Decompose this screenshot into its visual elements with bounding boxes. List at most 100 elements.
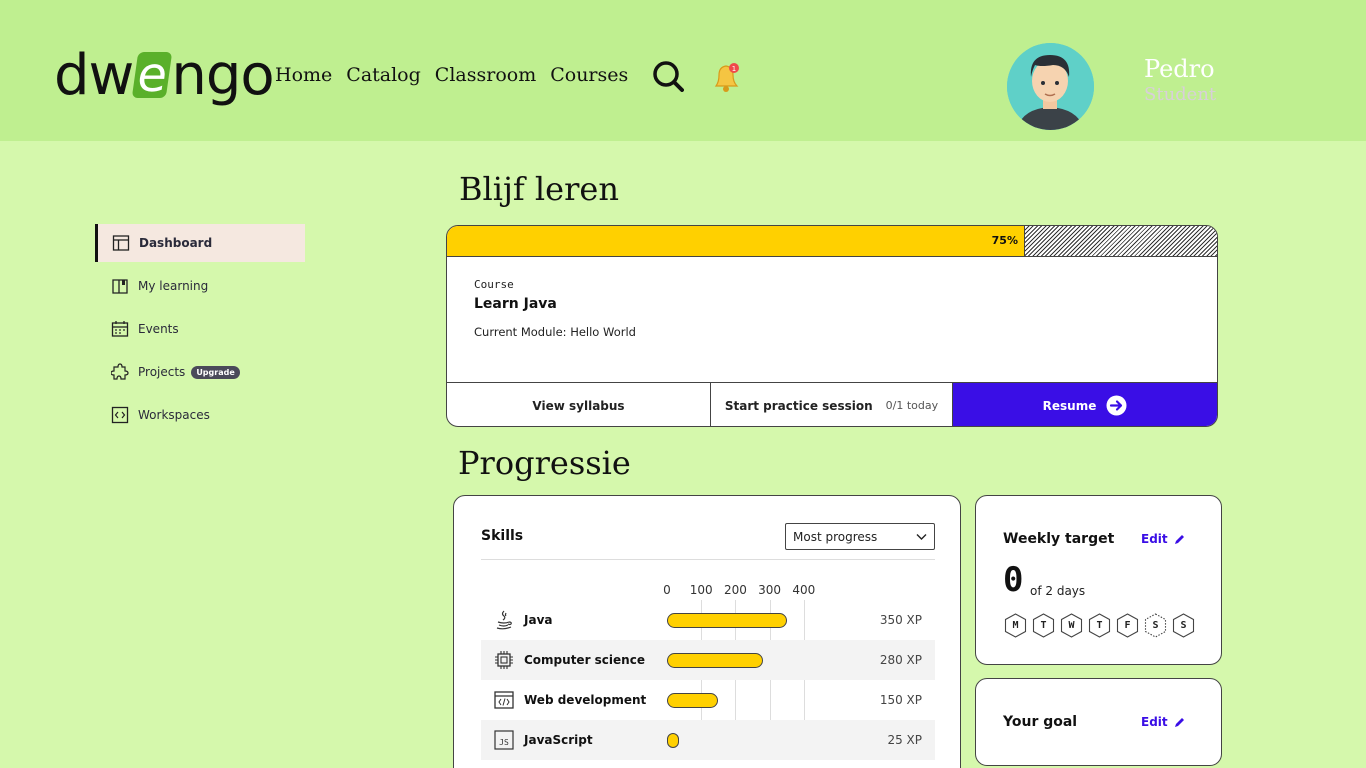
dwengo-logo[interactable]: dw e ngo bbox=[54, 42, 275, 108]
code-icon bbox=[111, 406, 129, 424]
main-nav: Home Catalog Classroom Courses bbox=[275, 64, 628, 86]
skills-divider bbox=[481, 559, 935, 560]
skill-name: Computer science bbox=[524, 653, 645, 667]
svg-text:JS: JS bbox=[499, 738, 509, 747]
axis-tick: 0 bbox=[663, 583, 671, 597]
day-hexagon: T bbox=[1032, 613, 1055, 638]
axis-tick: 400 bbox=[792, 583, 816, 597]
sidebar: Dashboard My learning Events Projects Up… bbox=[95, 224, 305, 439]
chip-icon bbox=[495, 651, 513, 669]
sidebar-item-workspaces[interactable]: Workspaces bbox=[95, 396, 305, 434]
weekday-row: M T W T F S S bbox=[1004, 613, 1195, 638]
edit-label: Edit bbox=[1141, 715, 1168, 729]
course-card: 75% Course Learn Java Current Module: He… bbox=[446, 225, 1218, 427]
axis-tick: 200 bbox=[723, 583, 747, 597]
skill-xp: 350 XP bbox=[879, 613, 922, 627]
notification-count: 1 bbox=[732, 65, 736, 73]
practice-count: 0/1 today bbox=[885, 399, 939, 412]
sort-value: Most progress bbox=[793, 529, 878, 544]
day-hexagon-today: S bbox=[1144, 613, 1167, 638]
view-syllabus-button[interactable]: View syllabus bbox=[447, 383, 711, 426]
sidebar-item-dashboard[interactable]: Dashboard bbox=[95, 224, 305, 262]
layout-icon bbox=[112, 235, 130, 251]
weekly-count: 0 bbox=[1003, 560, 1024, 600]
logo-text-end: ngo bbox=[171, 42, 274, 108]
upgrade-badge[interactable]: Upgrade bbox=[191, 365, 240, 379]
skill-name: Web development bbox=[524, 693, 647, 707]
logo-text-start: dw bbox=[54, 42, 134, 108]
start-practice-label: Start practice session bbox=[724, 398, 873, 413]
view-syllabus-label: View syllabus bbox=[532, 398, 625, 413]
arrow-right-circle-icon bbox=[1106, 395, 1127, 416]
avatar-illustration bbox=[1007, 43, 1094, 130]
skill-name: JavaScript bbox=[524, 733, 593, 747]
day-hexagon: W bbox=[1060, 613, 1083, 638]
skill-bar bbox=[667, 733, 679, 748]
edit-weekly-target-button[interactable]: Edit bbox=[1141, 532, 1185, 546]
course-title[interactable]: Learn Java bbox=[474, 296, 557, 312]
edit-goal-button[interactable]: Edit bbox=[1141, 715, 1185, 729]
logo-e-mark: e bbox=[132, 47, 173, 103]
axis-tick: 300 bbox=[758, 583, 782, 597]
start-practice-button[interactable]: Start practice session 0/1 today bbox=[711, 383, 953, 426]
skill-bar bbox=[667, 653, 763, 668]
sidebar-item-label: My learning bbox=[138, 279, 209, 293]
nav-catalog[interactable]: Catalog bbox=[346, 64, 421, 86]
search-icon[interactable] bbox=[652, 60, 684, 92]
js-icon: JS bbox=[494, 730, 514, 750]
sidebar-item-my-learning[interactable]: My learning bbox=[95, 267, 305, 305]
sidebar-item-label: Events bbox=[138, 322, 179, 336]
course-kind: Course bbox=[474, 278, 514, 291]
progress-heading: Progressie bbox=[458, 444, 631, 482]
skills-sort-select[interactable]: Most progress bbox=[785, 523, 935, 550]
chevron-down-icon bbox=[916, 534, 927, 540]
skill-row[interactable]: JS JavaScript 25 XP bbox=[481, 720, 935, 760]
nav-classroom[interactable]: Classroom bbox=[435, 64, 536, 86]
skill-xp: 280 XP bbox=[879, 653, 922, 667]
day-hexagon: F bbox=[1116, 613, 1139, 638]
weekly-target-title: Weekly target bbox=[1003, 531, 1115, 547]
java-icon bbox=[496, 610, 512, 630]
bell-icon[interactable]: 1 bbox=[710, 60, 744, 94]
user-role: Student bbox=[1144, 84, 1217, 105]
book-icon bbox=[112, 279, 128, 294]
resume-button[interactable]: Resume bbox=[953, 383, 1217, 426]
sidebar-item-projects[interactable]: Projects Upgrade bbox=[95, 353, 305, 391]
weekly-of-label: of 2 days bbox=[1030, 584, 1086, 598]
top-header: dw e ngo Home Catalog Classroom Courses 1 … bbox=[0, 0, 1366, 141]
skill-xp: 25 XP bbox=[887, 733, 922, 747]
sidebar-item-label: Projects bbox=[138, 365, 186, 379]
nav-home[interactable]: Home bbox=[275, 64, 332, 86]
day-hexagon: M bbox=[1004, 613, 1027, 638]
course-actions: View syllabus Start practice session 0/1… bbox=[447, 382, 1217, 426]
skill-xp: 150 XP bbox=[879, 693, 922, 707]
skill-row[interactable]: Computer science 280 XP bbox=[481, 640, 935, 680]
puzzle-icon bbox=[111, 363, 129, 380]
sidebar-item-label: Dashboard bbox=[139, 236, 213, 250]
avatar[interactable] bbox=[1007, 43, 1094, 130]
skills-card: Skills Most progress 0 100 200 300 400 J… bbox=[453, 495, 961, 768]
edit-label: Edit bbox=[1141, 532, 1168, 546]
day-hexagon: T bbox=[1088, 613, 1111, 638]
sidebar-item-label: Workspaces bbox=[138, 408, 210, 422]
sidebar-item-events[interactable]: Events bbox=[95, 310, 305, 348]
axis-tick: 100 bbox=[689, 583, 713, 597]
continue-learning-heading: Blijf leren bbox=[459, 170, 619, 208]
your-goal-title: Your goal bbox=[1003, 714, 1078, 730]
resume-label: Resume bbox=[1042, 398, 1097, 413]
user-name: Pedro bbox=[1144, 55, 1215, 83]
pencil-icon bbox=[1174, 717, 1184, 727]
course-progress-fill: 75% bbox=[447, 226, 1025, 256]
skills-title: Skills bbox=[481, 528, 524, 544]
calendar-icon bbox=[111, 321, 129, 337]
skill-row[interactable]: Web development 150 XP bbox=[481, 680, 935, 720]
course-module: Current Module: Hello World bbox=[474, 325, 636, 339]
pencil-icon bbox=[1174, 534, 1184, 544]
skill-name: Java bbox=[524, 613, 553, 627]
nav-courses[interactable]: Courses bbox=[550, 64, 628, 86]
your-goal-card: Your goal Edit bbox=[975, 678, 1222, 766]
skill-bar bbox=[667, 693, 719, 708]
skill-row[interactable]: Java 350 XP bbox=[481, 600, 935, 640]
course-progress-bar: 75% bbox=[447, 226, 1217, 257]
course-progress-label: 75% bbox=[991, 234, 1018, 247]
